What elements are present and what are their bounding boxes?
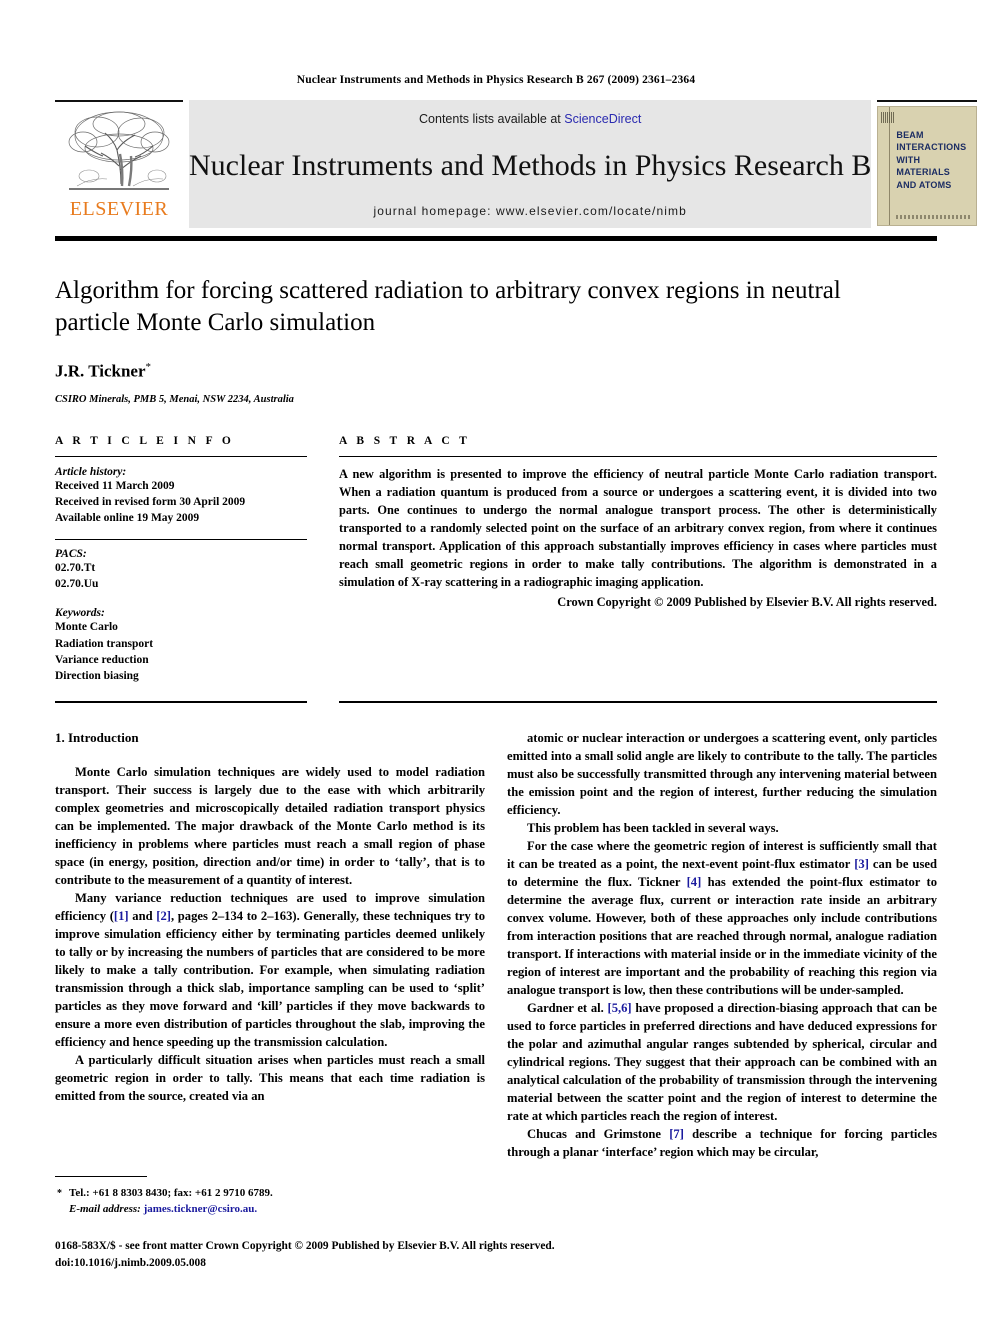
journal-title: Nuclear Instruments and Methods in Physi… bbox=[189, 148, 872, 182]
author-name: J.R. Tickner bbox=[55, 361, 146, 381]
cover-line-1: BEAM bbox=[896, 130, 924, 140]
cover-footer-strip bbox=[896, 215, 973, 219]
cover-spine-line bbox=[889, 107, 891, 225]
paragraph-left-3: A particularly difficult situation arise… bbox=[55, 1053, 485, 1104]
abstract-column: A B S T R A C T A new algorithm is prese… bbox=[339, 435, 937, 685]
keyword-3: Variance reduction bbox=[55, 653, 149, 666]
elsevier-wordmark: ELSEVIER bbox=[69, 198, 169, 220]
footnote-email-label: E-mail address: bbox=[69, 1202, 141, 1215]
journal-cover: BEAM INTERACTIONS WITH MATERIALS AND ATO… bbox=[877, 100, 978, 228]
para5-part-a: Chucas and Grimstone bbox=[527, 1126, 670, 1141]
masthead-bottom-rule bbox=[55, 236, 937, 241]
paragraph-right-5: Chucas and Grimstone [7] describe a tech… bbox=[507, 1125, 937, 1161]
contents-available-line: Contents lists available at ScienceDirec… bbox=[419, 112, 641, 126]
affiliation: CSIRO Minerals, PMB 5, Menai, NSW 2234, … bbox=[55, 393, 294, 405]
keywords-heading: Keywords: bbox=[55, 607, 105, 620]
masthead-band: Contents lists available at ScienceDirec… bbox=[189, 100, 872, 228]
section-heading-introduction: 1. Introduction bbox=[55, 729, 139, 745]
info-abstract-closing-rules bbox=[55, 700, 937, 703]
citation-ref-7[interactable]: [7] bbox=[669, 1127, 684, 1141]
journal-homepage-link[interactable]: journal homepage: www.elsevier.com/locat… bbox=[373, 204, 686, 218]
article-info-column: A R T I C L E I N F O Article history: R… bbox=[55, 435, 307, 685]
citation-ref-5-6[interactable]: [5,6] bbox=[608, 1001, 632, 1015]
imprint-block: 0168-583X/$ - see front matter Crown Cop… bbox=[55, 1238, 945, 1271]
abstract-copyright: Crown Copyright © 2009 Published by Else… bbox=[557, 594, 937, 609]
running-head: Nuclear Instruments and Methods in Physi… bbox=[296, 74, 696, 86]
abstract-text: A new algorithm is presented to improve … bbox=[339, 466, 937, 589]
sciencedirect-link[interactable]: ScienceDirect bbox=[564, 112, 641, 126]
keyword-2: Radiation transport bbox=[55, 637, 154, 650]
article-info-heading: A R T I C L E I N F O bbox=[55, 434, 235, 447]
cover-title-text: BEAM INTERACTIONS WITH MATERIALS AND ATO… bbox=[896, 129, 966, 191]
citation-ref-4[interactable]: [4] bbox=[687, 875, 702, 889]
paragraph-right-1: atomic or nuclear interaction or undergo… bbox=[507, 730, 937, 817]
footnote-email-line: E-mail address: james.tickner@csiro.au. bbox=[55, 1202, 485, 1218]
pacs-heading: PACS: bbox=[55, 547, 87, 560]
footnote-contact-line: * Tel.: +61 8 8303 8430; fax: +61 2 9710… bbox=[55, 1186, 485, 1202]
journal-masthead: ELSEVIER Contents lists available at Sci… bbox=[55, 100, 978, 228]
author-line: J.R. Tickner* bbox=[55, 361, 937, 382]
article-history-heading: Article history: bbox=[55, 465, 127, 478]
cover-line-5: AND ATOMS bbox=[896, 179, 952, 190]
paragraph-right-4: Gardner et al. [5,6] have proposed a dir… bbox=[507, 999, 937, 1125]
body-column-left: 1. Introduction Monte Carlo simulation t… bbox=[55, 729, 485, 1161]
rule-gap bbox=[307, 701, 339, 703]
para4-part-a: Gardner et al. bbox=[527, 1000, 608, 1015]
paragraph-right-3: For the case where the geometric region … bbox=[507, 837, 937, 999]
citation-ref-1[interactable]: [1] bbox=[114, 909, 129, 923]
imprint-doi: doi:10.1016/j.nimb.2009.05.008 bbox=[55, 1256, 206, 1269]
cover-stamp-icon bbox=[881, 112, 895, 123]
keyword-4: Direction biasing bbox=[55, 670, 139, 683]
para2-part-b: and bbox=[128, 909, 157, 924]
history-received: Received 11 March 2009 bbox=[55, 479, 175, 492]
body-column-right: atomic or nuclear interaction or undergo… bbox=[507, 729, 937, 1161]
footnote-email-link[interactable]: james.tickner@csiro.au. bbox=[144, 1203, 258, 1215]
cover-line-2: INTERACTIONS bbox=[896, 142, 967, 153]
elsevier-tree-icon bbox=[68, 111, 170, 190]
citation-ref-2[interactable]: [2] bbox=[156, 909, 171, 923]
elsevier-logo: ELSEVIER bbox=[55, 100, 183, 228]
footnote-star-marker: * bbox=[57, 1188, 62, 1199]
pacs-code-2: 02.70.Uu bbox=[55, 577, 99, 590]
keyword-1: Monte Carlo bbox=[55, 621, 118, 634]
paragraph-right-2: This problem has been tackled in several… bbox=[527, 820, 779, 835]
author-footnote: * Tel.: +61 8 8303 8430; fax: +61 2 9710… bbox=[55, 1176, 485, 1218]
contents-prefix: Contents lists available at bbox=[419, 112, 565, 126]
history-online: Available online 19 May 2009 bbox=[55, 512, 200, 525]
abstract-rule bbox=[339, 455, 937, 457]
imprint-front-matter: 0168-583X/$ - see front matter Crown Cop… bbox=[55, 1240, 555, 1252]
footnote-rule bbox=[55, 1176, 147, 1177]
paragraph-left-1: Monte Carlo simulation techniques are wi… bbox=[55, 765, 485, 888]
abstract-closing-rule bbox=[339, 700, 937, 703]
abstract-heading: A B S T R A C T bbox=[339, 434, 471, 447]
paragraph-left-2: Many variance reduction techniques are u… bbox=[55, 889, 485, 1051]
info-abstract-row: A R T I C L E I N F O Article history: R… bbox=[55, 435, 937, 685]
body-columns: 1. Introduction Monte Carlo simulation t… bbox=[55, 729, 937, 1161]
pacs-divider-rule bbox=[55, 538, 307, 540]
paper-page: Nuclear Instruments and Methods in Physi… bbox=[0, 0, 992, 1323]
citation-ref-3[interactable]: [3] bbox=[854, 857, 869, 871]
cover-line-3: WITH bbox=[896, 154, 921, 165]
title-block: Algorithm for forcing scattered radiatio… bbox=[55, 275, 937, 405]
footnote-contact-text: Tel.: +61 8 8303 8430; fax: +61 2 9710 6… bbox=[69, 1187, 273, 1199]
info-closing-rule bbox=[55, 700, 307, 703]
author-footnote-marker: * bbox=[145, 361, 152, 373]
pacs-code-1: 02.70.Tt bbox=[55, 561, 96, 574]
cover-line-4: MATERIALS bbox=[896, 167, 951, 178]
article-title: Algorithm for forcing scattered radiatio… bbox=[55, 277, 841, 336]
journal-cover-art: BEAM INTERACTIONS WITH MATERIALS AND ATO… bbox=[877, 106, 978, 226]
para4-part-b: have proposed a direction-biasing approa… bbox=[507, 1000, 937, 1123]
article-info-rule bbox=[55, 455, 307, 457]
para2-part-c: , pages 2–134 to 2–163). Generally, thes… bbox=[55, 909, 485, 1050]
para3-part-c: has extended the point-flux estimator to… bbox=[507, 874, 937, 997]
history-revised: Received in revised form 30 April 2009 bbox=[55, 495, 246, 508]
